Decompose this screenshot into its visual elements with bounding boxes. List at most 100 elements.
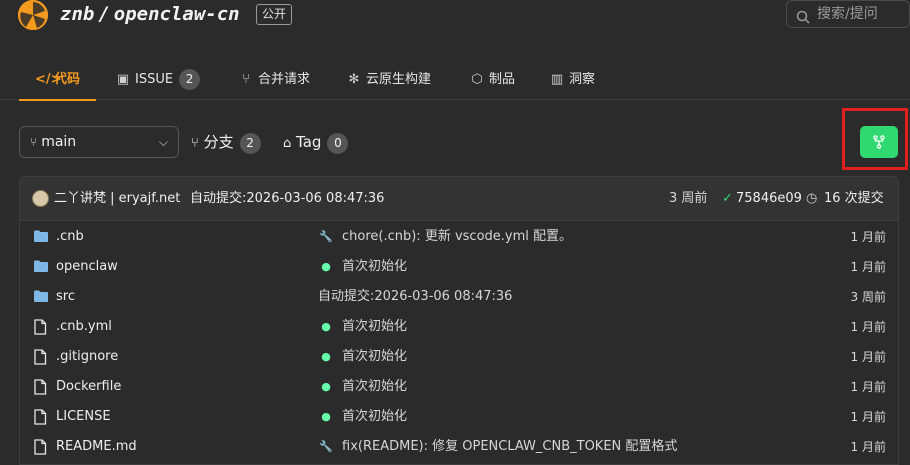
file-icon — [33, 319, 47, 339]
folder-icon — [33, 229, 49, 247]
sparkle-icon: ● — [321, 410, 331, 423]
file-row[interactable]: README.md 🔧 fix(README): 修复 OPENCLAW_CNB_T… — [20, 432, 898, 462]
folder-icon — [33, 289, 49, 307]
branch-icon: ⑂ — [191, 136, 199, 151]
wrench-icon: 🔧 — [319, 230, 333, 243]
repo-link[interactable]: openclaw-cn — [114, 3, 240, 25]
sparkle-icon: ● — [321, 260, 331, 273]
file-row[interactable]: LICENSE ● 首次初始化 1 月前 — [20, 402, 898, 432]
logo-icon[interactable] — [18, 0, 48, 30]
file-time: 1 月前 — [850, 440, 886, 454]
file-name[interactable]: README.md — [56, 432, 137, 462]
file-commit-message[interactable]: ● 首次初始化 — [318, 402, 407, 432]
commit-message[interactable]: 自动提交:2026-03-06 08:47:36 — [190, 177, 384, 221]
check-icon: ✓ — [722, 191, 733, 206]
tab-label: 云原生构建 — [366, 72, 432, 87]
tab-label: ISSUE — [135, 72, 174, 87]
file-time: 1 月前 — [850, 260, 886, 274]
file-time: 1 月前 — [850, 230, 886, 244]
file-icon — [33, 379, 47, 399]
sparkle-icon: ● — [321, 320, 331, 333]
tab-issue[interactable]: ▣ ISSUE 2 — [116, 60, 201, 100]
file-commit-message[interactable]: ● 首次初始化 — [318, 312, 407, 342]
visibility-badge: 公开 — [256, 4, 293, 25]
avatar[interactable] — [32, 190, 49, 207]
tab-packages[interactable]: ⬡ 制品 — [470, 60, 515, 100]
file-commit-message[interactable]: ● 首次初始化 — [318, 342, 407, 372]
repo-tabs: </>代码 ▣ ISSUE 2 ⑂ 合并请求 ✻ 云原生构建 ⬡ 制品 ▥ 洞察 — [0, 60, 910, 101]
branch-icon: ⑂ — [30, 135, 38, 149]
file-row[interactable]: .gitignore ● 首次初始化 1 月前 — [20, 342, 898, 372]
search-icon — [796, 7, 810, 33]
file-name[interactable]: .cnb.yml — [56, 312, 112, 342]
package-icon: ⬡ — [471, 72, 483, 87]
sparkle-icon: ● — [321, 350, 331, 363]
tab-insights[interactable]: ▥ 洞察 — [550, 60, 595, 100]
file-name[interactable]: src — [56, 282, 75, 312]
file-name[interactable]: .gitignore — [56, 342, 118, 372]
commit-text: 自动提交:2026-03-06 08:47:36 — [318, 289, 513, 304]
file-commit-message[interactable]: ● 首次初始化 — [318, 372, 407, 402]
file-icon — [33, 349, 47, 369]
tag-icon: ⌂ — [283, 136, 292, 151]
file-name[interactable]: openclaw — [56, 252, 118, 282]
file-time: 1 月前 — [850, 380, 886, 394]
file-row[interactable]: Dockerfile ● 首次初始化 1 月前 — [20, 372, 898, 402]
fork-button[interactable] — [860, 126, 898, 158]
tab-build[interactable]: ✻ 云原生构建 — [347, 60, 431, 100]
branch-selector[interactable]: ⑂ main ⌵ — [19, 126, 179, 158]
file-icon — [33, 439, 47, 459]
commit-author[interactable]: 二丫讲梵 | eryajf.net — [54, 177, 180, 221]
commit-text: 首次初始化 — [342, 319, 408, 334]
commit-text: 首次初始化 — [342, 349, 408, 364]
file-row[interactable]: .cnb.yml ● 首次初始化 1 月前 — [20, 312, 898, 342]
tab-label: 制品 — [489, 72, 516, 87]
file-icon — [33, 409, 47, 429]
file-time: 1 月前 — [850, 410, 886, 424]
search-placeholder: 搜索/提问 — [817, 6, 878, 22]
file-name[interactable]: LICENSE — [56, 402, 111, 432]
file-name[interactable]: Dockerfile — [56, 372, 121, 402]
tab-label: 洞察 — [569, 72, 596, 87]
commit-text: 首次初始化 — [342, 409, 408, 424]
folder-icon — [33, 259, 49, 277]
tab-pull-requests[interactable]: ⑂ 合并请求 — [239, 60, 310, 100]
top-bar: znb / openclaw-cn 公开 搜索/提问 — [0, 0, 910, 42]
tags-label: Tag — [296, 133, 322, 151]
file-row[interactable]: src 自动提交:2026-03-06 08:47:36 3 周前 — [20, 282, 898, 312]
code-icon: </> — [35, 72, 62, 87]
file-commit-message[interactable]: 自动提交:2026-03-06 08:47:36 — [318, 282, 512, 312]
file-commit-message[interactable]: 🔧 fix(README): 修复 OPENCLAW_CNB_TOKEN 配置格式 — [318, 432, 677, 462]
file-commit-message[interactable]: ● 首次初始化 — [318, 252, 407, 282]
tab-label: 代码 — [54, 72, 81, 87]
commit-age: 3 周前 — [669, 191, 708, 206]
branches-count-badge: 2 — [239, 133, 261, 154]
sparkle-icon: ● — [321, 380, 331, 393]
current-branch: main — [41, 134, 77, 150]
file-time: 1 月前 — [850, 350, 886, 364]
chart-icon: ▥ — [550, 72, 564, 87]
commit-text: chore(.cnb): 更新 vscode.yml 配置。 — [342, 229, 573, 244]
wrench-icon: 🔧 — [319, 440, 333, 453]
file-table: 二丫讲梵 | eryajf.net 自动提交:2026-03-06 08:47:… — [19, 176, 899, 465]
repo-title: znb / openclaw-cn — [60, 3, 240, 25]
history-icon: ◷ — [806, 191, 818, 206]
pull-request-icon: ⑂ — [242, 72, 250, 87]
tab-code[interactable]: </>代码 — [18, 60, 97, 101]
commit-count[interactable]: 16 次提交 — [824, 177, 884, 221]
file-commit-message[interactable]: 🔧 chore(.cnb): 更新 vscode.yml 配置。 — [318, 222, 572, 252]
branches-label: 分支 — [203, 133, 234, 151]
path-separator: / — [98, 3, 110, 25]
branches-link[interactable]: ⑂ 分支 2 — [191, 128, 261, 156]
commit-text: fix(README): 修复 OPENCLAW_CNB_TOKEN 配置格式 — [342, 439, 678, 454]
file-row[interactable]: .cnb 🔧 chore(.cnb): 更新 vscode.yml 配置。 1 月前 — [20, 222, 898, 252]
file-name[interactable]: .cnb — [56, 222, 84, 252]
owner-link[interactable]: znb — [60, 3, 94, 25]
tags-count-badge: 0 — [327, 133, 349, 154]
issue-count-badge: 2 — [179, 69, 201, 90]
tags-link[interactable]: ⌂ Tag 0 — [283, 128, 349, 156]
file-row[interactable]: openclaw ● 首次初始化 1 月前 — [20, 252, 898, 282]
search-input[interactable]: 搜索/提问 — [786, 0, 910, 28]
build-icon: ✻ — [348, 72, 360, 87]
commit-sha[interactable]: 75846e09 — [736, 177, 802, 221]
